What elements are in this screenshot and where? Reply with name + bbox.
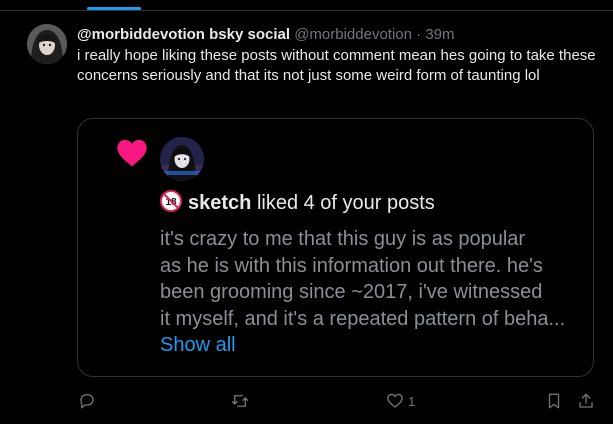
author-handle[interactable]: @morbiddevotion [294, 26, 412, 43]
bookmark-icon [548, 393, 560, 409]
preview-line: it's crazy to me that this guy is as pop… [160, 228, 526, 250]
repost-button[interactable] [231, 388, 249, 414]
author-display-name[interactable]: @morbiddevotion bsky social [77, 26, 290, 43]
like-icon [387, 393, 403, 408]
preview-line: as he is with this information out there… [160, 254, 543, 277]
like-button[interactable]: 1 [386, 388, 415, 414]
avatar-image [27, 24, 67, 64]
header-separator: · [416, 26, 422, 43]
bookmark-button[interactable] [545, 388, 563, 414]
liked-post-preview: it's crazy to me that this guy is as pop… [160, 226, 590, 332]
like-count: 1 [408, 393, 416, 409]
post-action-bar: 1 [0, 388, 613, 414]
post-text: i really hope liking these posts without… [77, 47, 596, 84]
repost-icon [231, 395, 249, 407]
reply-icon [80, 393, 94, 409]
no-under-18-icon: 18 [160, 190, 182, 212]
author-avatar[interactable] [27, 24, 67, 64]
show-all-link: Show all [160, 334, 236, 356]
preview-line: it myself, and it's a repeated pattern o… [160, 307, 566, 330]
liker-line: 18 sketch liked 4 of your posts [160, 190, 435, 216]
post-header: @morbiddevotion bsky social @morbiddevot… [77, 26, 455, 44]
heart-icon [117, 139, 147, 167]
reply-button[interactable] [78, 388, 96, 414]
post-timestamp[interactable]: 39m [425, 26, 454, 43]
liker-action-text: liked 4 of your posts [256, 192, 435, 214]
liker-avatar-image [160, 137, 204, 181]
share-icon [579, 393, 593, 408]
share-button[interactable] [577, 388, 595, 414]
top-divider [0, 10, 613, 11]
liker-name: sketch [188, 192, 252, 214]
liker-avatar [160, 137, 204, 181]
preview-line: been grooming since ~2017, i've witnesse… [160, 281, 543, 303]
